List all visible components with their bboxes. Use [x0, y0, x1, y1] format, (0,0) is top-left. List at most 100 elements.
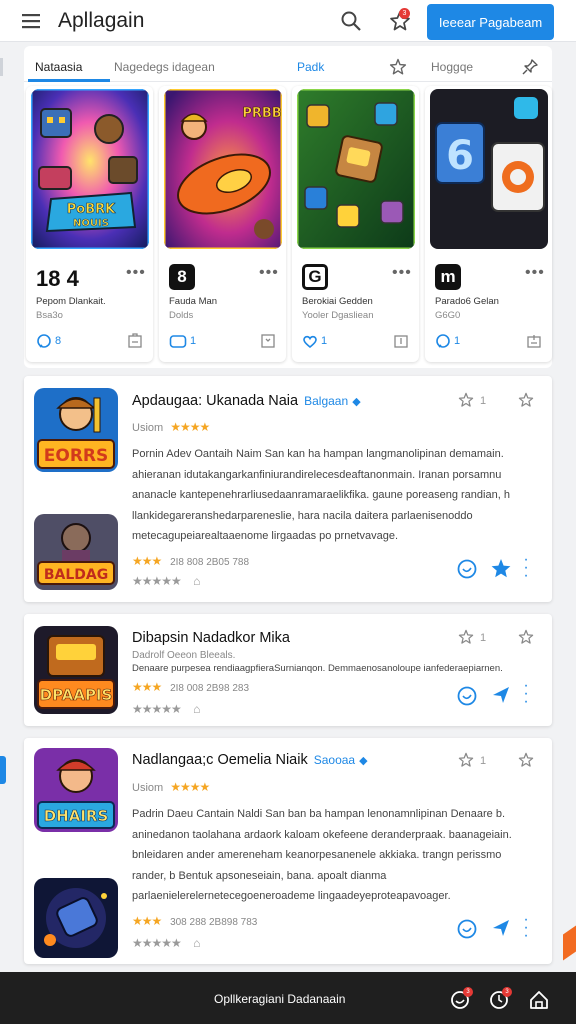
- star-outline-icon[interactable]: [458, 392, 474, 408]
- featured-panel: Nataasia Nagedegs idagean Padk Hoggqe Po…: [24, 46, 552, 368]
- rating-stars: ★★★: [132, 914, 162, 928]
- featured-game-card[interactable]: PoBRK NOUIS 18 4 ••• Pepom Dlankait. Bsa…: [26, 86, 153, 362]
- app-title-text: Apdaugaa: Ukanada Naia: [132, 393, 299, 409]
- more-options-icon[interactable]: •••: [259, 264, 279, 282]
- more-vertical-icon[interactable]: · · ·: [522, 912, 530, 944]
- app-description: Denaare purpesea rendiaagpfieraSurnianqo…: [132, 663, 503, 674]
- comment-icon: [37, 334, 51, 348]
- comment-count-value: 1: [321, 335, 328, 347]
- featured-game-card[interactable]: 6 m ••• Parado6 Gelan G6G0 1: [425, 86, 552, 362]
- app-tag: Balgaan: [304, 394, 349, 408]
- app-list-card[interactable]: DPAAPIS Dibapsin Nadadkor Mika 1 Dadrolf…: [24, 614, 552, 726]
- more-vertical-icon[interactable]: · · ·: [522, 678, 530, 710]
- game-name: Berokiai Gedden: [302, 296, 373, 307]
- game-rank: G: [302, 264, 328, 290]
- comment-icon: [436, 334, 450, 348]
- comment-count[interactable]: 1: [169, 332, 196, 350]
- search-icon[interactable]: [340, 10, 362, 32]
- comment-count-value: 1: [190, 335, 197, 347]
- svg-text:DHAIRS: DHAIRS: [44, 807, 109, 825]
- tab-nagedegs[interactable]: Nagedegs idagean: [114, 60, 215, 74]
- bottom-badge: 3: [463, 987, 473, 997]
- active-tab-indicator: [28, 79, 110, 82]
- bottom-bar: Opllkeragiani Dadanaain 3 3: [0, 972, 576, 1024]
- app-rating: ★★★ 308 288 2B898 783: [132, 914, 257, 928]
- more-options-icon[interactable]: •••: [126, 264, 146, 282]
- app-title-text: Nadlangaa;c Oemelia Niaik: [132, 752, 308, 768]
- comment-count[interactable]: 8: [36, 332, 61, 350]
- bookmark-icon[interactable]: [392, 332, 410, 350]
- app-title: Nadlangaa;c Oemelia Niaik Saooaa ◆: [132, 752, 368, 768]
- featured-game-card[interactable]: G ••• Berokiai Gedden Yooler Dgasliean 1: [292, 86, 419, 362]
- featured-game-card[interactable]: PRBB 8 ••• Fauda Man Dolds 1: [159, 86, 286, 362]
- app-stars: ★★★★: [170, 420, 210, 434]
- bottom-bar-label[interactable]: Opllkeragiani Dadanaain: [214, 992, 345, 1006]
- comment-count[interactable]: 1: [435, 332, 460, 350]
- svg-text:DPAAPIS: DPAAPIS: [40, 686, 113, 704]
- game-thumbnail: PRBB: [164, 89, 282, 249]
- refresh-icon[interactable]: [456, 918, 478, 940]
- bookmark-icon[interactable]: [259, 332, 277, 350]
- app-list-card[interactable]: EORRS Apdaugaa: Ukanada Naia Balgaan ◆ 1…: [24, 376, 552, 602]
- app-developer-name: Usiom: [132, 782, 164, 794]
- app-title: Apllagain: [58, 9, 145, 32]
- game-rank: 18 4: [36, 266, 79, 291]
- rating-stars-grey: ★★★★★: [132, 936, 182, 950]
- game-thumbnail: [297, 89, 415, 249]
- bookmark-icon[interactable]: [126, 332, 144, 350]
- star-outline-icon[interactable]: [458, 752, 474, 768]
- app-rating-secondary: ★★★★★ ⌂: [132, 936, 200, 950]
- home-small-icon: ⌂: [193, 702, 200, 716]
- game-name: Parado6 Gelan: [435, 296, 499, 307]
- game-rank: 8: [169, 264, 195, 290]
- refresh-icon[interactable]: [456, 558, 478, 580]
- tab-padk[interactable]: Padk: [297, 60, 324, 74]
- game-subtitle: Dolds: [169, 310, 194, 321]
- app-title: Apdaugaa: Ukanada Naia Balgaan ◆: [132, 393, 361, 409]
- app-description: Pornin Adev Oantaih Naim San kan ha hamp…: [132, 448, 510, 542]
- menu-icon[interactable]: [20, 11, 44, 31]
- star-icon[interactable]: [389, 58, 407, 76]
- pin-icon[interactable]: [521, 58, 539, 76]
- more-vertical-icon[interactable]: · · ·: [522, 552, 530, 584]
- game-thumbnail: 6: [430, 89, 548, 249]
- notification-badge: 3: [399, 8, 410, 19]
- tab-nataasia[interactable]: Nataasia: [35, 60, 82, 74]
- send-icon[interactable]: [490, 684, 512, 706]
- tab-hoggqe[interactable]: Hoggqe: [431, 60, 473, 74]
- left-edge-tab[interactable]: [0, 756, 6, 784]
- app-rating: ★★★ 2I8 808 2B05 788: [132, 554, 249, 568]
- comment-count-value: 1: [454, 335, 461, 347]
- comment-count[interactable]: 1: [302, 332, 327, 350]
- more-options-icon[interactable]: •••: [392, 264, 412, 282]
- app-screenshot: [34, 878, 118, 958]
- app-stars: ★★★★: [170, 780, 210, 794]
- app-developer: Usiom ★★★★: [132, 780, 210, 794]
- refresh-icon[interactable]: [456, 685, 478, 707]
- primary-action-button[interactable]: Ieeear Pagabeam: [427, 4, 554, 40]
- right-edge-tab[interactable]: [563, 925, 576, 961]
- bookmark-icon[interactable]: [525, 332, 543, 350]
- home-icon[interactable]: [528, 989, 550, 1011]
- star-outline-icon[interactable]: [458, 629, 474, 645]
- featured-tabs: Nataasia Nagedegs idagean Padk Hoggqe: [24, 46, 552, 82]
- app-icon: DPAAPIS: [34, 626, 118, 714]
- scroll-edge-indicator: [0, 58, 3, 76]
- pin-filled-icon[interactable]: [490, 557, 512, 579]
- app-description: Padrin Daeu Cantain Naldi San ban ba ham…: [132, 808, 512, 902]
- rating-stars: ★★★: [132, 554, 162, 568]
- app-screenshot: BALDAG: [34, 514, 118, 590]
- star-outline-icon[interactable]: [518, 752, 534, 768]
- app-icon: EORRS: [34, 388, 118, 472]
- game-rank: m: [435, 264, 461, 290]
- star-outline-icon[interactable]: [518, 629, 534, 645]
- app-tag: Saooaa: [313, 753, 356, 767]
- svg-text:NOUIS: NOUIS: [73, 218, 109, 229]
- svg-text:PRBB: PRBB: [242, 106, 281, 121]
- app-list-card[interactable]: DHAIRS Nadlangaa;c Oemelia Niaik Saooaa …: [24, 738, 552, 964]
- star-count: 1: [480, 632, 487, 644]
- home-small-icon: ⌂: [193, 574, 200, 588]
- star-outline-icon[interactable]: [518, 392, 534, 408]
- more-options-icon[interactable]: •••: [525, 264, 545, 282]
- send-icon[interactable]: [490, 917, 512, 939]
